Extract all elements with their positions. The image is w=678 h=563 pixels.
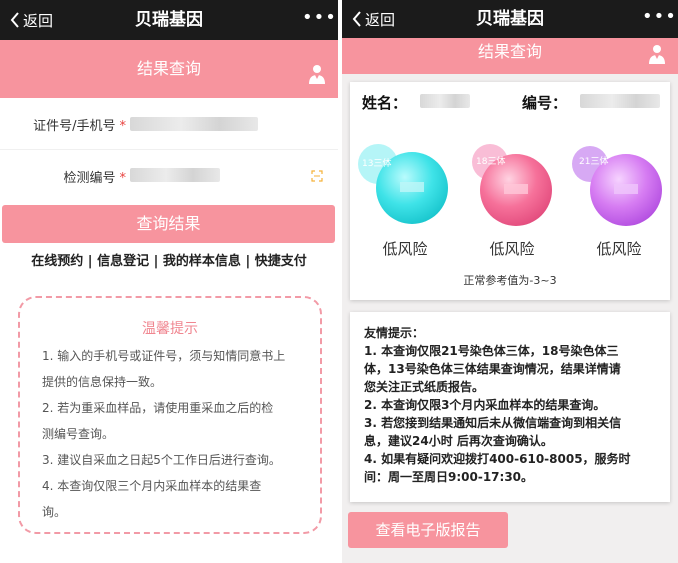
link-separator: | xyxy=(245,254,251,269)
number-label: 编号： xyxy=(522,94,568,112)
link-separator: | xyxy=(153,254,159,269)
tip-line: 间：周一至周日9:00-17:30。 xyxy=(364,470,534,484)
code-label-text: 检测编号 xyxy=(63,170,116,186)
tip-line: 息，建议24小时 后再次查询确认。 xyxy=(364,434,553,448)
required-mark: * xyxy=(119,119,127,134)
tip-line: 提供的信息保持一致。 xyxy=(42,375,163,389)
tip-line: 3. 若您接到结果通知后未从微信端查询到相关信 xyxy=(364,416,622,430)
title-bar: 返回 贝瑞基因 ••• xyxy=(0,0,338,40)
tips-text: 1. 输入的手机号或证件号，须与知情同意书上 提供的信息保持一致。 2. 若为重… xyxy=(42,343,302,525)
tip-line: 4. 本查询仅限三个月内采血样本的结果查 xyxy=(42,479,262,493)
id-input[interactable] xyxy=(130,117,258,131)
result-indicator-21 xyxy=(572,146,662,226)
code-field-label: 检测编号 * xyxy=(63,167,126,186)
tip-line: 4. 如果有疑问欢迎拨打400-610-8005，服务时 xyxy=(364,452,631,466)
id-label-text: 证件号/手机号 xyxy=(33,119,116,134)
tip-line: 3. 建议自采血之日起5个工作日后进行查询。 xyxy=(42,453,281,467)
risk-label-21: 低风险 xyxy=(596,240,642,258)
risk-label-13: 低风险 xyxy=(382,240,428,258)
tip-line: 您关注正式纸质报告。 xyxy=(364,380,485,394)
tip-line: 2. 若为重采血样品，请使用重采血之后的检 xyxy=(42,401,274,415)
link-separator: | xyxy=(87,254,93,269)
page-title: 贝瑞基因 xyxy=(476,9,544,29)
link-info-registration[interactable]: 信息登记 xyxy=(97,254,149,269)
more-menu-button[interactable]: ••• xyxy=(642,7,676,31)
view-e-report-button[interactable]: 查看电子版报告 xyxy=(348,512,508,548)
chromosome-badge-13: 13三体 xyxy=(362,159,392,169)
tips-text: 友情提示： 1. 本查询仅限21号染色体三体，18号染色体三 体，13号染色体三… xyxy=(364,324,631,486)
title-bar: 返回 贝瑞基因 ••• xyxy=(342,0,678,38)
tips-title: 温馨提示 xyxy=(142,321,198,337)
query-results-button[interactable]: 查询结果 xyxy=(2,205,335,243)
section-title: 结果查询 xyxy=(477,42,542,61)
page-title: 贝瑞基因 xyxy=(135,10,203,30)
scan-icon[interactable] xyxy=(311,170,323,182)
tips-box: 温馨提示 1. 输入的手机号或证件号，须与知情同意书上 提供的信息保持一致。 2… xyxy=(18,296,322,534)
section-title: 结果查询 xyxy=(136,59,201,78)
quick-links: 在线预约 | 信息登记 | 我的样本信息 | 快捷支付 xyxy=(0,250,338,269)
link-quick-pay[interactable]: 快捷支付 xyxy=(255,254,307,269)
section-header: 结果查询 xyxy=(0,40,338,98)
tip-line: 1. 本查询仅限21号染色体三体，18号染色体三 xyxy=(364,344,619,358)
tip-line: 询。 xyxy=(42,505,67,519)
section-header: 结果查询 xyxy=(342,38,678,74)
chromosome-badge-18: 18三体 xyxy=(476,157,506,167)
risk-label-18: 低风险 xyxy=(489,240,535,258)
link-my-sample-info[interactable]: 我的样本信息 xyxy=(163,254,241,269)
id-field-row: 证件号/手机号 * xyxy=(0,100,338,150)
tip-line: 2. 本查询仅限3个月内采血样本的结果查询。 xyxy=(364,398,606,412)
required-mark: * xyxy=(119,170,127,186)
tip-line: 体，13号染色体三体结果查询情况，结果详情请 xyxy=(364,362,621,376)
user-doctor-icon[interactable] xyxy=(308,64,326,84)
more-menu-button[interactable]: ••• xyxy=(302,8,336,32)
result-screen: 返回 贝瑞基因 ••• 结果查询 姓名： 编号： 13三体 18三体 21三体 … xyxy=(342,0,678,563)
tips-card: 友情提示： 1. 本查询仅限21号染色体三体，18号染色体三 体，13号染色体三… xyxy=(350,312,670,502)
result-card: 姓名： 编号： 13三体 18三体 21三体 低风险 低风险 低风险 正常参考值… xyxy=(350,82,670,300)
reference-range: 正常参考值为-3~3 xyxy=(463,274,557,287)
user-doctor-icon[interactable] xyxy=(648,44,666,64)
code-field-row: 检测编号 * xyxy=(0,151,338,201)
query-screen: 返回 贝瑞基因 ••• 结果查询 证件号/手机号 * 检测编号 * 查询结果 在… xyxy=(0,0,338,563)
chromosome-badge-21: 21三体 xyxy=(579,157,609,167)
code-input[interactable] xyxy=(130,168,220,182)
tip-line: 1. 输入的手机号或证件号，须与知情同意书上 xyxy=(42,349,286,363)
result-indicator-13 xyxy=(358,144,448,224)
number-value xyxy=(580,94,660,108)
result-indicator-18 xyxy=(472,144,552,226)
name-value xyxy=(420,94,470,108)
id-field-label: 证件号/手机号 * xyxy=(33,115,126,134)
tip-line: 友情提示： xyxy=(364,326,425,340)
name-label: 姓名： xyxy=(362,94,408,112)
tip-line: 测编号查询。 xyxy=(42,427,115,441)
link-online-booking[interactable]: 在线预约 xyxy=(31,254,83,269)
